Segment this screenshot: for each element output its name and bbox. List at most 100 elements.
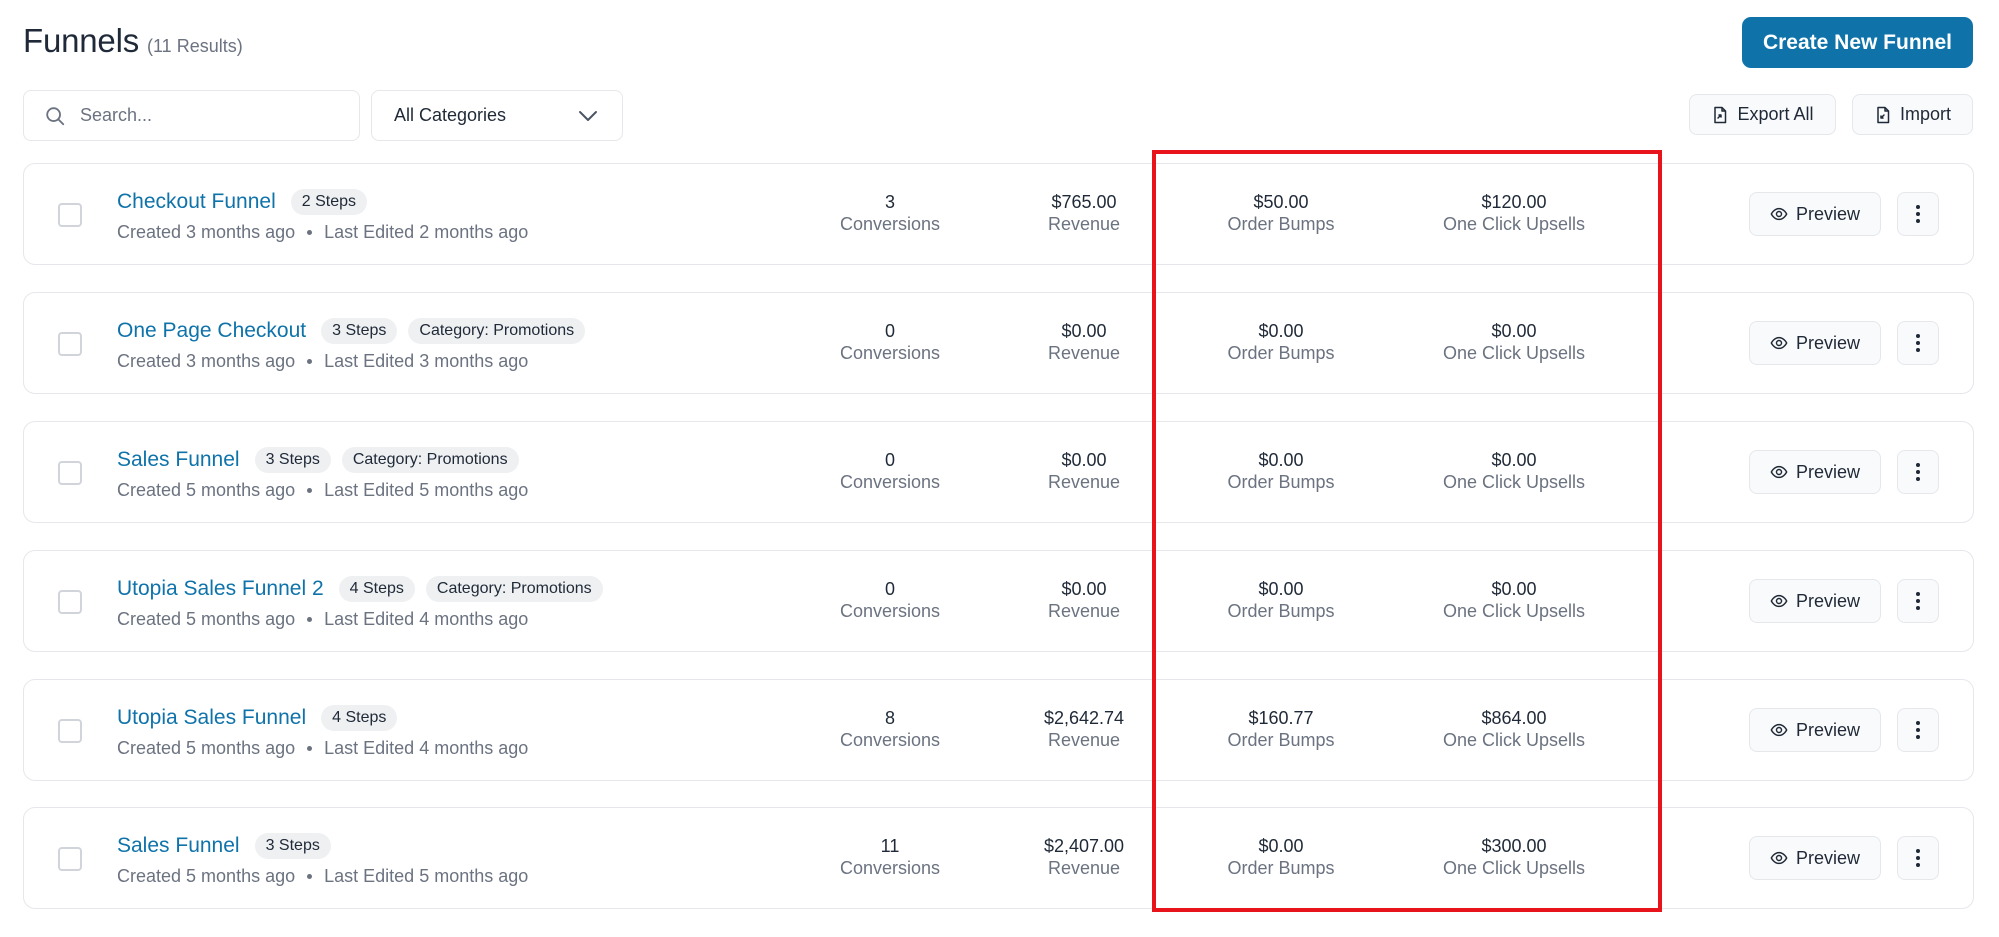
created-date: Created 5 months ago <box>117 738 296 758</box>
upsells-stat: $120.00 One Click Upsells <box>1443 191 1585 235</box>
preview-button[interactable]: Preview <box>1749 708 1881 752</box>
import-label: Import <box>1899 104 1951 124</box>
preview-button[interactable]: Preview <box>1749 836 1881 880</box>
chevron-down-icon <box>579 110 597 121</box>
funnel-name-link[interactable]: One Page Checkout <box>117 319 306 343</box>
upsells-stat: $300.00 One Click Upsells <box>1443 835 1585 879</box>
order-bumps-value: $160.77 <box>1248 708 1314 728</box>
funnel-name-line: One Page Checkout 3 Steps Category: Prom… <box>117 317 586 345</box>
funnels-page: Funnels (11 Results) Create New Funnel A… <box>0 0 1999 937</box>
kebab-menu-icon <box>1916 463 1920 481</box>
funnel-name-link[interactable]: Sales Funnel <box>117 834 240 858</box>
search-input[interactable] <box>80 105 330 126</box>
preview-label: Preview <box>1795 847 1861 868</box>
revenue-stat: $0.00 Revenue <box>1048 449 1120 493</box>
revenue-value: $0.00 <box>1061 450 1107 470</box>
order-bumps-label: Order Bumps <box>1227 214 1335 234</box>
category-selected-value: All Categories <box>394 105 507 125</box>
order-bumps-stat: $160.77 Order Bumps <box>1227 707 1334 751</box>
steps-badge: 3 Steps <box>254 447 331 473</box>
category-select[interactable]: All Categories <box>371 90 623 141</box>
more-actions-button[interactable] <box>1897 321 1939 365</box>
order-bumps-value: $50.00 <box>1253 192 1309 212</box>
created-date: Created 3 months ago <box>117 351 296 371</box>
funnel-name-line: Sales Funnel 3 Steps Category: Promotion… <box>117 446 528 474</box>
order-bumps-value: $0.00 <box>1258 450 1304 470</box>
kebab-menu-icon <box>1916 334 1920 352</box>
upsells-stat: $0.00 One Click Upsells <box>1443 578 1585 622</box>
separator-dot <box>307 617 313 622</box>
upsells-label: One Click Upsells <box>1442 214 1586 234</box>
conversions-label: Conversions <box>839 601 941 621</box>
funnel-info: Sales Funnel 3 Steps Category: Promotion… <box>117 446 528 501</box>
preview-button[interactable]: Preview <box>1749 192 1881 236</box>
category-badge: Category: Promotions <box>425 576 603 602</box>
import-button[interactable]: Import <box>1852 94 1973 135</box>
more-actions-button[interactable] <box>1897 836 1939 880</box>
funnel-row: Checkout Funnel 2 Steps Created 3 months… <box>23 163 1974 265</box>
funnel-row: Sales Funnel 3 Steps Category: Promotion… <box>23 421 1974 523</box>
order-bumps-label: Order Bumps <box>1227 343 1335 363</box>
revenue-value: $0.00 <box>1061 579 1107 599</box>
category-badge: Category: Promotions <box>341 447 519 473</box>
more-actions-button[interactable] <box>1897 579 1939 623</box>
funnel-name-link[interactable]: Checkout Funnel <box>117 190 276 214</box>
page-header: Funnels (11 Results) <box>23 22 243 60</box>
funnel-name-link[interactable]: Sales Funnel <box>117 448 240 472</box>
preview-button[interactable]: Preview <box>1749 321 1881 365</box>
more-actions-button[interactable] <box>1897 708 1939 752</box>
funnel-name-link[interactable]: Utopia Sales Funnel 2 <box>117 577 324 601</box>
revenue-stat: $2,407.00 Revenue <box>1044 835 1124 879</box>
preview-label: Preview <box>1795 590 1861 611</box>
separator-dot <box>307 359 313 364</box>
upsells-value: $300.00 <box>1481 836 1547 856</box>
order-bumps-stat: $0.00 Order Bumps <box>1227 449 1334 493</box>
edited-date: Last Edited 5 months ago <box>324 866 529 886</box>
row-checkbox[interactable] <box>58 719 82 743</box>
more-actions-button[interactable] <box>1897 450 1939 494</box>
revenue-label: Revenue <box>1047 472 1121 492</box>
upsells-value: $864.00 <box>1481 708 1547 728</box>
conversions-stat: 0 Conversions <box>840 578 940 622</box>
created-date: Created 5 months ago <box>117 866 296 886</box>
created-date: Created 5 months ago <box>117 480 296 500</box>
preview-label: Preview <box>1795 203 1861 224</box>
order-bumps-stat: $0.00 Order Bumps <box>1227 578 1334 622</box>
revenue-label: Revenue <box>1047 343 1121 363</box>
create-new-funnel-button[interactable]: Create New Funnel <box>1742 17 1973 68</box>
kebab-menu-icon <box>1916 592 1920 610</box>
kebab-menu-icon <box>1916 849 1920 867</box>
revenue-stat: $2,642.74 Revenue <box>1044 707 1124 751</box>
kebab-menu-icon <box>1916 721 1920 739</box>
separator-dot <box>307 230 313 235</box>
row-checkbox[interactable] <box>58 203 82 227</box>
result-count: (11 Results) <box>147 36 243 56</box>
conversions-stat: 0 Conversions <box>840 320 940 364</box>
funnel-info: Checkout Funnel 2 Steps Created 3 months… <box>117 188 528 243</box>
funnel-row: One Page Checkout 3 Steps Category: Prom… <box>23 292 1974 394</box>
funnel-meta: Created 3 months ago Last Edited 3 month… <box>117 351 585 372</box>
conversions-label: Conversions <box>839 472 941 492</box>
funnel-name-link[interactable]: Utopia Sales Funnel <box>117 706 306 730</box>
funnel-name-line: Checkout Funnel 2 Steps <box>117 188 528 216</box>
row-checkbox[interactable] <box>58 461 82 485</box>
revenue-label: Revenue <box>1047 858 1121 878</box>
edited-date: Last Edited 3 months ago <box>324 351 529 371</box>
row-checkbox[interactable] <box>58 332 82 356</box>
preview-button[interactable]: Preview <box>1749 450 1881 494</box>
conversions-label: Conversions <box>839 858 941 878</box>
revenue-value: $2,642.74 <box>1043 708 1125 728</box>
created-date: Created 5 months ago <box>117 609 296 629</box>
funnel-meta: Created 5 months ago Last Edited 5 month… <box>117 480 528 501</box>
preview-button[interactable]: Preview <box>1749 579 1881 623</box>
export-file-icon <box>1714 106 1727 123</box>
export-all-button[interactable]: Export All <box>1689 94 1836 135</box>
more-actions-button[interactable] <box>1897 192 1939 236</box>
row-checkbox[interactable] <box>58 590 82 614</box>
conversions-value: 8 <box>884 708 896 728</box>
separator-dot <box>307 488 313 493</box>
conversions-label: Conversions <box>839 343 941 363</box>
row-checkbox[interactable] <box>58 847 82 871</box>
upsells-stat: $0.00 One Click Upsells <box>1443 320 1585 364</box>
revenue-stat: $765.00 Revenue <box>1048 191 1120 235</box>
